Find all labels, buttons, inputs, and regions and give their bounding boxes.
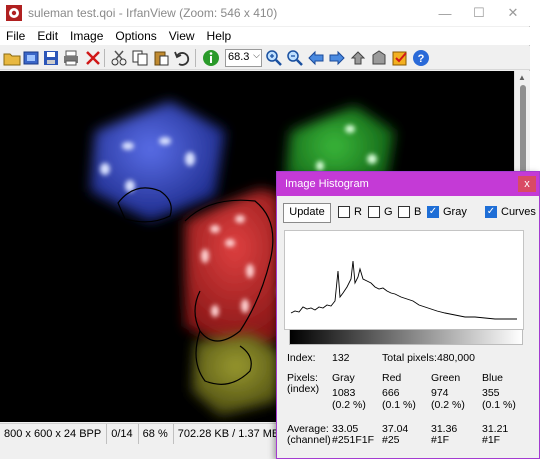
checkbox-curves-label: Curves — [501, 206, 536, 218]
pixels-sublabel: (index) — [287, 383, 320, 395]
options-icon[interactable] — [391, 49, 409, 67]
last-icon[interactable] — [370, 49, 388, 67]
toolbar-separator — [104, 49, 105, 67]
index-value: 132 — [332, 352, 350, 364]
menu-file[interactable]: File — [0, 27, 31, 45]
status-dimensions: 800 x 600 x 24 BPP — [0, 424, 108, 444]
channel-gray-pixels: 1083 — [332, 387, 356, 399]
checkbox-r-label: R — [354, 206, 362, 218]
checkbox-r[interactable]: R — [338, 206, 362, 218]
open-folder-icon[interactable] — [3, 49, 21, 67]
svg-text:?: ? — [418, 53, 425, 65]
menu-help[interactable]: Help — [201, 27, 238, 45]
print-icon[interactable] — [62, 49, 80, 67]
help-icon[interactable]: ? — [412, 49, 430, 67]
chevron-down-icon[interactable]: ⌵ — [253, 50, 260, 61]
menu-view[interactable]: View — [163, 27, 201, 45]
total-pixels-label: Total pixels: — [382, 352, 437, 364]
channel-red-name: Red — [382, 372, 402, 384]
previous-icon[interactable] — [307, 49, 325, 67]
dialog-title: Image Histogram — [285, 178, 369, 190]
dialog-close-button[interactable]: x — [518, 176, 536, 192]
channel-gray-pct: (0.2 %) — [332, 399, 366, 411]
next-icon[interactable] — [328, 49, 346, 67]
close-button[interactable]: ✕ — [496, 0, 530, 26]
channel-green-pct: (0.2 %) — [431, 399, 465, 411]
total-pixels-value: 480,000 — [437, 352, 475, 364]
title-bar[interactable]: suleman test.qoi - IrfanView (Zoom: 546 … — [0, 0, 530, 26]
zoom-in-icon[interactable] — [265, 49, 283, 67]
checkbox-g-box[interactable] — [368, 206, 380, 218]
dialog-title-bar[interactable]: Image Histogram x — [277, 172, 539, 196]
scroll-up-icon[interactable]: ▲ — [518, 73, 526, 82]
menu-image[interactable]: Image — [64, 27, 109, 45]
histogram-graph[interactable] — [284, 230, 524, 330]
checkbox-g[interactable]: G — [368, 206, 393, 218]
checkbox-gray-box[interactable] — [427, 206, 439, 218]
window-title: suleman test.qoi - IrfanView (Zoom: 546 … — [28, 6, 278, 20]
channel-blue-pct: (0.1 %) — [482, 399, 516, 411]
checkbox-curves-box[interactable] — [485, 206, 497, 218]
menu-edit[interactable]: Edit — [31, 27, 64, 45]
minimize-button[interactable]: — — [428, 0, 462, 26]
slideshow-icon[interactable] — [22, 49, 40, 67]
status-zoom: 68 % — [139, 424, 174, 444]
grayscale-gradient-bar — [289, 329, 523, 345]
toolbar-separator — [195, 49, 196, 67]
average-sublabel: (channel) — [287, 434, 331, 446]
channel-red-pct: (0.1 %) — [382, 399, 416, 411]
status-size: 702.28 KB / 1.37 MB — [174, 424, 286, 444]
channel-gray-name: Gray — [332, 372, 355, 384]
checkbox-gray[interactable]: Gray — [427, 206, 467, 218]
image-histogram-dialog: Image Histogram x Update R G B Gray Curv… — [276, 171, 540, 459]
zoom-value: 68.3 — [228, 51, 250, 63]
undo-icon[interactable] — [173, 49, 191, 67]
menu-bar: File Edit Image Options View Help — [0, 27, 530, 45]
checkbox-r-box[interactable] — [338, 206, 350, 218]
irfanview-logo-icon — [6, 5, 22, 21]
channel-blue-pixels: 355 — [482, 387, 500, 399]
channel-green-pixels: 974 — [431, 387, 449, 399]
update-button[interactable]: Update — [283, 203, 331, 223]
channel-green-name: Green — [431, 372, 461, 384]
save-icon[interactable] — [42, 49, 60, 67]
channel-red-pixels: 666 — [382, 387, 400, 399]
channel-blue-name: Blue — [482, 372, 504, 384]
toolbar: 68.3 ⌵ ? — [0, 46, 530, 70]
blue-hex: #1F — [482, 434, 501, 446]
info-icon[interactable] — [202, 49, 220, 67]
green-hex: #1F — [431, 434, 450, 446]
first-icon[interactable] — [349, 49, 367, 67]
maximize-button[interactable]: ☐ — [462, 0, 496, 26]
histogram-curve — [290, 260, 517, 320]
copy-icon[interactable] — [131, 49, 149, 67]
menu-options[interactable]: Options — [109, 27, 162, 45]
checkbox-gray-label: Gray — [443, 206, 467, 218]
zoom-combobox[interactable]: 68.3 ⌵ — [225, 49, 262, 67]
delete-icon[interactable] — [84, 49, 102, 67]
red-hex: #25 — [382, 434, 400, 446]
paste-icon[interactable] — [152, 49, 170, 67]
checkbox-curves[interactable]: Curves — [485, 206, 536, 218]
checkbox-b-label: B — [414, 206, 422, 218]
checkbox-g-label: G — [384, 206, 393, 218]
status-index: 0/14 — [107, 424, 139, 444]
checkbox-b-box[interactable] — [398, 206, 410, 218]
gray-hex: #251F1F — [332, 434, 375, 446]
zoom-out-icon[interactable] — [286, 49, 304, 67]
checkbox-b[interactable]: B — [398, 206, 421, 218]
scrollbar-thumb[interactable] — [520, 85, 526, 175]
cut-icon[interactable] — [110, 49, 128, 67]
index-label: Index: — [287, 352, 316, 364]
